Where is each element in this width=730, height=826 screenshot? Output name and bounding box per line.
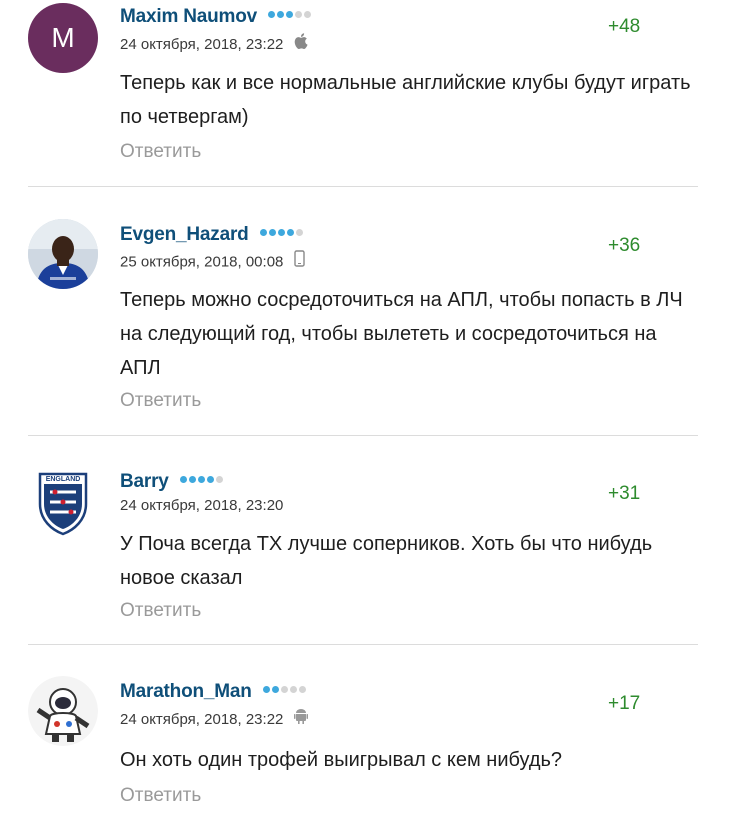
rating-dot bbox=[197, 476, 205, 484]
england-crest-icon: ENGLAND bbox=[38, 472, 88, 536]
comment-author-name: Barry bbox=[120, 471, 169, 492]
rating-dot bbox=[262, 686, 270, 694]
avatar[interactable]: M bbox=[28, 3, 98, 73]
user-rating-dots bbox=[268, 11, 312, 19]
comment-score: +36 bbox=[608, 235, 641, 256]
avatar[interactable] bbox=[28, 676, 98, 746]
user-rating-dots bbox=[179, 476, 223, 484]
rating-dot bbox=[268, 11, 276, 19]
comment-score: +17 bbox=[608, 693, 641, 714]
rating-dot bbox=[271, 686, 279, 694]
rating-dot bbox=[206, 476, 214, 484]
user-photo-icon bbox=[28, 219, 98, 289]
android-icon bbox=[293, 708, 308, 728]
rating-dot bbox=[188, 476, 196, 484]
comment-text: Теперь можно сосредоточиться на АПЛ, что… bbox=[120, 289, 683, 379]
comment-author[interactable]: Maxim Naumov bbox=[120, 6, 312, 28]
comment-text: Теперь как и все нормальные английские к… bbox=[120, 72, 691, 128]
reply-button[interactable]: Ответить bbox=[120, 141, 201, 163]
rating-dot bbox=[268, 229, 276, 237]
comment-date: 24 октября, 2018, 23:20 bbox=[120, 497, 284, 514]
rating-dot bbox=[295, 11, 303, 19]
reply-button[interactable]: Ответить bbox=[120, 785, 201, 807]
avatar-letter: M bbox=[51, 22, 75, 53]
avatar[interactable] bbox=[28, 219, 98, 289]
comment-meta: 24 октября, 2018, 23:22 bbox=[120, 708, 308, 730]
rating-dot bbox=[280, 686, 288, 694]
rating-dot bbox=[286, 11, 294, 19]
comment-author[interactable]: Barry bbox=[120, 471, 223, 493]
comment-author[interactable]: Evgen_Hazard bbox=[120, 224, 303, 246]
comment-meta: 24 октября, 2018, 23:20 bbox=[120, 497, 283, 514]
comment-date: 24 октября, 2018, 23:22 bbox=[120, 710, 284, 728]
apple-icon bbox=[294, 33, 308, 53]
rating-dot bbox=[259, 229, 267, 237]
avatar[interactable]: ENGLAND bbox=[28, 466, 98, 536]
comment-text: Он хоть один трофей выигрывал с кем нибу… bbox=[120, 749, 563, 771]
comment-divider bbox=[28, 186, 698, 187]
rating-dot bbox=[179, 476, 187, 484]
rating-dot bbox=[304, 11, 312, 19]
rating-dot bbox=[215, 476, 223, 484]
comment-divider bbox=[28, 435, 698, 436]
comment-author-name: Maxim Naumov bbox=[120, 6, 257, 27]
comment-divider bbox=[28, 644, 698, 645]
reply-button[interactable]: Ответить bbox=[120, 390, 201, 412]
rating-dot bbox=[286, 229, 294, 237]
rating-dot bbox=[295, 229, 303, 237]
comment-meta: 24 октября, 2018, 23:22 bbox=[120, 33, 308, 55]
rating-dot bbox=[298, 686, 306, 694]
comment-score: +48 bbox=[608, 16, 641, 37]
comment-author[interactable]: Marathon_Man bbox=[120, 681, 306, 703]
comment-date: 24 октября, 2018, 23:22 bbox=[120, 35, 284, 53]
mobile-phone-icon bbox=[293, 250, 305, 271]
rating-dot bbox=[277, 229, 285, 237]
astronaut-icon bbox=[28, 676, 98, 746]
crest-lettering: ENGLAND bbox=[46, 476, 81, 483]
comment-author-name: Evgen_Hazard bbox=[120, 224, 249, 245]
reply-button[interactable]: Ответить bbox=[120, 600, 201, 622]
rating-dot bbox=[289, 686, 297, 694]
user-rating-dots bbox=[259, 229, 303, 237]
comment-date: 25 октября, 2018, 00:08 bbox=[120, 253, 284, 271]
rating-dot bbox=[277, 11, 285, 19]
comment-text: У Поча всегда ТХ лучше соперников. Хоть … bbox=[120, 533, 653, 589]
user-rating-dots bbox=[262, 686, 306, 694]
comment-meta: 25 октября, 2018, 00:08 bbox=[120, 250, 305, 273]
comment-score: +31 bbox=[608, 483, 641, 504]
comment-author-name: Marathon_Man bbox=[120, 681, 252, 702]
